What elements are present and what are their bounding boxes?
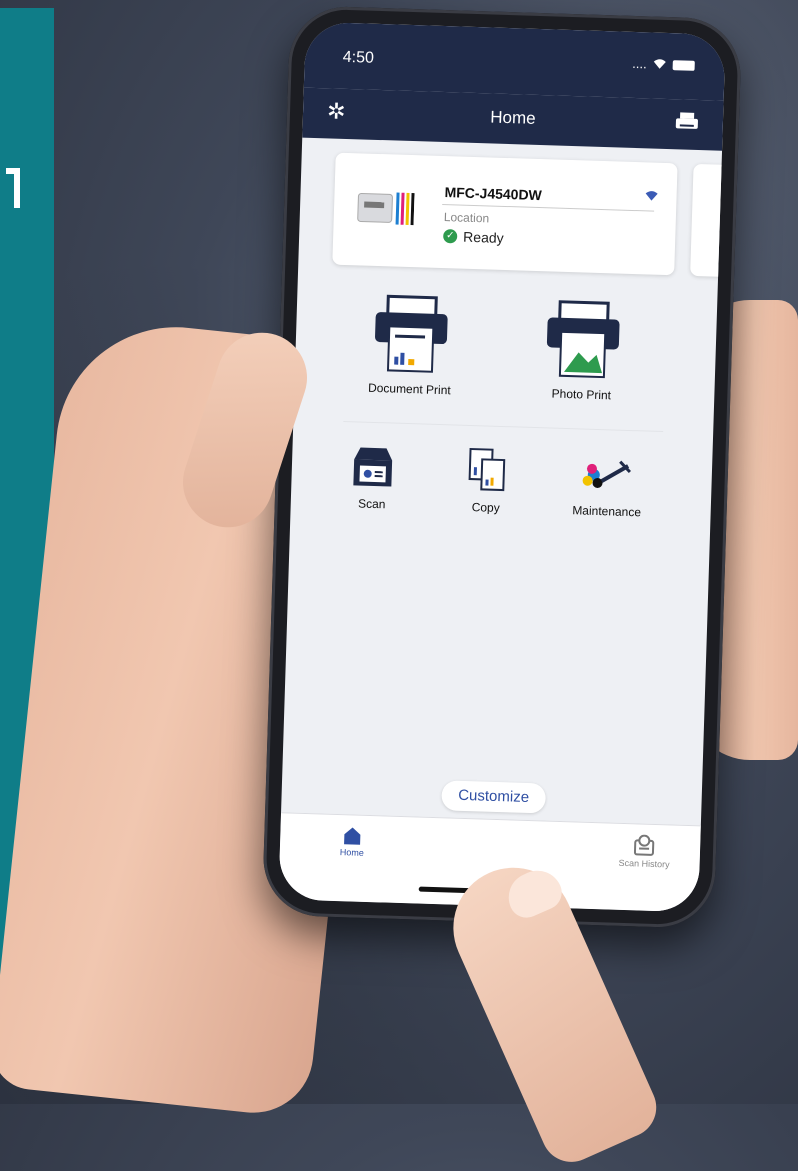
document-print-button[interactable]: Document Print [354,293,467,397]
status-text: Ready [462,228,504,246]
printer-device-image [357,192,415,226]
check-icon: ✓ [443,229,458,244]
photo-print-icon [546,300,620,379]
customize-button[interactable]: Customize [441,780,547,814]
scan-button[interactable]: Scan [337,443,409,512]
home-icon [344,827,361,845]
phone: 4:50 .... ✲ Home MFC-J4540DW Location ✓ … [261,5,743,929]
status-time: 4:50 [342,48,375,67]
maintenance-label: Maintenance [572,503,642,520]
app-screen: 4:50 .... ✲ Home MFC-J4540DW Location ✓ … [278,21,726,913]
tab-scan-history[interactable]: Scan History [618,834,670,870]
printer-status: ✓ Ready [443,228,504,246]
copy-label: Copy [471,500,500,515]
copy-button[interactable]: Copy [451,446,523,515]
maintenance-button[interactable]: Maintenance [556,450,658,520]
tab-home[interactable]: Home [340,825,365,858]
document-print-icon [375,294,448,373]
photo-print-button[interactable]: Photo Print [526,299,639,403]
bracket-mark [6,168,20,208]
wifi-status-icon [653,59,666,69]
cellular-icon: .... [632,55,647,72]
page-title: Home [490,107,536,128]
section-divider [343,420,664,433]
scan-history-icon [634,834,655,856]
next-printer-card[interactable] [690,163,726,278]
printer-location: Location [443,210,490,226]
photo-print-label: Photo Print [551,386,612,403]
battery-icon [672,59,695,71]
status-icons: .... [632,56,695,73]
tab-home-label: Home [339,847,364,858]
copy-icon [468,447,506,492]
tab-scan-history-label: Scan History [618,857,670,870]
maintenance-icon [582,460,631,489]
document-print-label: Document Print [367,380,451,398]
scan-icon [353,447,393,487]
printer-card[interactable]: MFC-J4540DW Location ✓ Ready [332,152,678,276]
printer-icon[interactable] [675,111,700,132]
scan-label: Scan [357,496,386,512]
wifi-icon [644,188,658,204]
printer-name: MFC-J4540DW [444,184,543,204]
